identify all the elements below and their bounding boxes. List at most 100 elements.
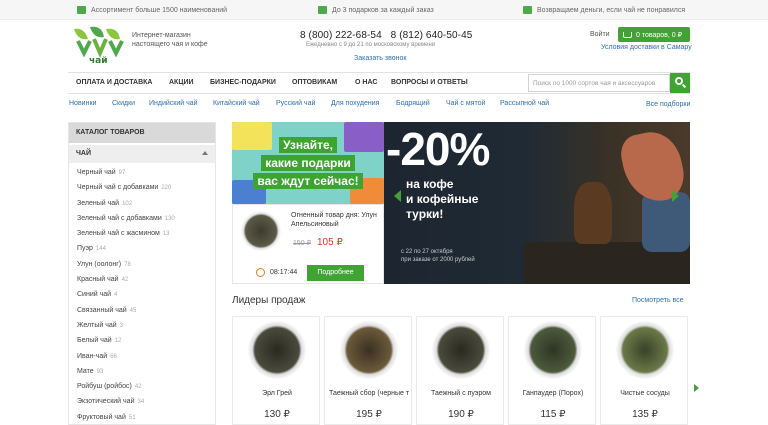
product-image[interactable] [248, 321, 306, 379]
product-name[interactable]: Таежный сбор (черные типсы) [329, 389, 409, 398]
product-card[interactable]: Таежный с пуэром 190 ₽ [416, 316, 504, 425]
catalog-section-tea[interactable]: ЧАЙ [69, 145, 215, 163]
product-name[interactable]: Чистые сосуды [605, 389, 685, 398]
hot-product-title[interactable]: Огненный товар дня: Улун Апельсиновый [291, 211, 381, 229]
nav-item-wholesale[interactable]: ОПТОВИКАМ [292, 79, 337, 86]
product-card[interactable]: Эрл Грей 130 ₽ [232, 316, 320, 425]
details-button[interactable]: Подробнее [307, 265, 364, 281]
topbar-item-gifts: До 3 подарков за каждый заказ [318, 5, 434, 15]
banner-next-arrow-icon[interactable] [672, 190, 679, 202]
product-image[interactable] [616, 321, 674, 379]
product-image[interactable] [524, 321, 582, 379]
cart-label: 0 товаров, 0 ₽ [636, 31, 683, 39]
product-price: 115 ₽ [540, 409, 566, 420]
banner-terms: с 22 по 27 октября при заказе от 2000 ру… [401, 249, 475, 263]
caret-up-icon [202, 151, 208, 155]
tag-mint[interactable]: Чай с мятой [446, 100, 485, 107]
cart-button[interactable]: 0 товаров, 0 ₽ [618, 27, 690, 42]
catalog-item[interactable]: Зеленый чай с жасмином 13 [69, 227, 215, 242]
nav-item-faq[interactable]: ВОПРОСЫ И ОТВЕТЫ [391, 79, 468, 86]
logo[interactable]: чай [70, 25, 126, 66]
catalog-item[interactable]: Экзотический чай 34 [69, 395, 215, 410]
search-input[interactable]: Поиск по 1000 сортов чая и аксессуаров [528, 74, 670, 92]
tag-chinese[interactable]: Китайский чай [213, 100, 260, 107]
catalog-title: КАТАЛОГ ТОВАРОВ [69, 123, 215, 143]
product-image[interactable] [340, 321, 398, 379]
logo-mark: чай [74, 26, 124, 66]
working-hours: Ежедневно с 9 до 21 по московскому време… [306, 42, 436, 48]
tag-loose[interactable]: Рассыпной чай [500, 100, 549, 107]
product-card[interactable]: Ганпаудер (Порох) 115 ₽ [508, 316, 596, 425]
nav-item-business-gifts[interactable]: БИЗНЕС-ПОДАРКИ [210, 79, 276, 86]
cezve-image [574, 182, 612, 244]
hot-old-price: 150 ₽ [293, 240, 312, 247]
product-name[interactable]: Ганпаудер (Порох) [513, 389, 593, 398]
phones: 8 (800) 222-68-54 8 (812) 640-50-45 [300, 30, 478, 41]
tagline: Интернет-магазин настоящего чая и кофе [132, 32, 208, 48]
gifts-promo-text: Узнайте, какие подарки вас ждут сейчас! [246, 137, 370, 189]
login-link[interactable]: Войти [590, 31, 610, 38]
tag-russian[interactable]: Русский чай [276, 100, 315, 107]
product-price: 135 ₽ [632, 409, 658, 420]
gift-icon [318, 6, 327, 14]
top-info-bar: Ассортимент больше 1500 наименований До … [0, 0, 768, 20]
clock-icon [256, 268, 265, 277]
hot-product-image[interactable] [241, 211, 281, 251]
product-name[interactable]: Эрл Грей [237, 389, 317, 398]
tag-energizing[interactable]: Бодрящий [396, 100, 430, 107]
catalog-item[interactable]: Фруктовый чай 51 [69, 411, 215, 425]
cup-icon [77, 6, 86, 14]
cart-icon [623, 31, 632, 38]
phone-2[interactable]: 8 (812) 640-50-45 [391, 30, 473, 41]
catalog-item[interactable]: Зеленый чай с добавками 130 [69, 212, 215, 227]
banner-subtitle: на кофе и кофейные турки! [406, 177, 479, 221]
catalog-item[interactable]: Черный чай с добавками 220 [69, 181, 215, 196]
catalog-item[interactable]: Красный чай 42 [69, 273, 215, 288]
catalog-item[interactable]: Белый чай 12 [69, 334, 215, 349]
topbar-item-refund: Возвращаем деньги, если чай не понравилс… [523, 5, 685, 15]
carousel-next-arrow-icon[interactable] [694, 384, 699, 392]
hot-new-price: 105 ₽ [317, 237, 343, 248]
nav-item-payment[interactable]: ОПЛАТА И ДОСТАВКА [76, 79, 153, 86]
hot-product-card: Огненный товар дня: Улун Апельсиновый 15… [232, 204, 384, 284]
product-price: 195 ₽ [356, 409, 382, 420]
countdown-timer: 08:17:44 [270, 269, 298, 276]
catalog-item[interactable]: Мате 93 [69, 365, 215, 380]
catalog-item[interactable]: Черный чай 97 [69, 166, 215, 181]
bestsellers-title: Лидеры продаж [232, 295, 306, 306]
logo-text: чай [89, 56, 108, 65]
catalog-item[interactable]: Связанный чай 45 [69, 304, 215, 319]
topbar-item-assortment: Ассортимент больше 1500 наименований [77, 5, 227, 15]
catalog-item[interactable]: Пуэр 144 [69, 242, 215, 257]
nav-item-promotions[interactable]: АКЦИИ [169, 79, 194, 86]
phone-1[interactable]: 8 (800) 222-68-54 [300, 30, 382, 41]
tag-new[interactable]: Новинки [69, 100, 96, 107]
product-price: 190 ₽ [448, 409, 474, 420]
catalog-item[interactable]: Зеленый чай 102 [69, 197, 215, 212]
banner-prev-arrow-icon[interactable] [394, 190, 401, 202]
delivery-link[interactable]: Условия доставки в Самару [601, 44, 692, 51]
nav-item-about[interactable]: О НАС [355, 79, 377, 86]
catalog-sidebar: КАТАЛОГ ТОВАРОВ ЧАЙ Черный чай 97 Черный … [68, 122, 216, 425]
callback-link[interactable]: Заказать звонок [354, 55, 406, 62]
catalog-item[interactable]: Иван-чай 66 [69, 350, 215, 365]
search-button[interactable] [670, 73, 690, 93]
discount-text: -20% [386, 123, 490, 175]
product-image[interactable] [432, 321, 490, 379]
tag-indian[interactable]: Индийский чай [149, 100, 198, 107]
catalog-item[interactable]: Желтый чай 3 [69, 319, 215, 334]
all-collections-link[interactable]: Все подборки [646, 101, 690, 108]
coffee-sale-banner[interactable]: -20% на кофе и кофейные турки! с 22 по 2… [384, 122, 690, 284]
catalog-item[interactable]: Улун (оолонг) 78 [69, 258, 215, 273]
catalog-item[interactable]: Ройбуш (ройбос) 42 [69, 380, 215, 395]
product-card[interactable]: Чистые сосуды 135 ₽ [600, 316, 688, 425]
tag-slimming[interactable]: Для похудения [331, 100, 379, 107]
product-price: 130 ₽ [264, 409, 290, 420]
see-all-link[interactable]: Посмотреть все [632, 297, 684, 304]
wallet-icon [523, 6, 532, 14]
gifts-promo-banner[interactable]: Узнайте, какие подарки вас ждут сейчас! [232, 122, 384, 204]
product-name[interactable]: Таежный с пуэром [421, 389, 501, 398]
product-card[interactable]: Таежный сбор (черные типсы) 195 ₽ [324, 316, 412, 425]
tag-discounts[interactable]: Скидки [112, 100, 135, 107]
catalog-item[interactable]: Синий чай 4 [69, 288, 215, 303]
